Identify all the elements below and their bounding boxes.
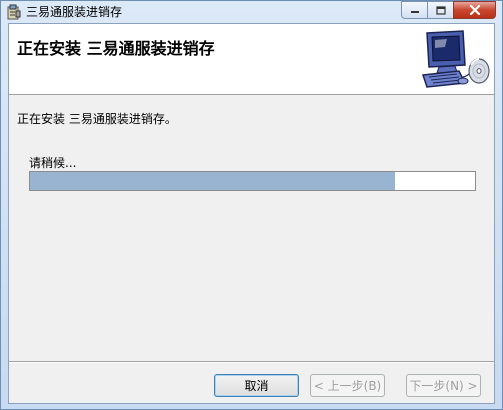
minimize-button[interactable] (401, 1, 427, 19)
wait-label: 请稍候... (29, 156, 77, 170)
back-button[interactable]: < 上一步(B) (310, 374, 385, 397)
maximize-icon (435, 5, 446, 15)
window-title: 三易通服装进销存 (26, 5, 123, 19)
close-icon (469, 5, 480, 15)
installer-window: 三易通服装进销存 正在安装 三易通服装进销存 正在安装 三易通服装进销存。 请稍… (0, 0, 503, 410)
header-banner: 正在安装 三易通服装进销存 (9, 24, 494, 95)
close-button[interactable] (453, 1, 496, 19)
progress-fill (30, 172, 395, 190)
next-button[interactable]: 下一步(N) > (406, 374, 481, 397)
minimize-icon (410, 11, 419, 13)
footer-separator (9, 361, 494, 363)
install-progress-bar (29, 171, 476, 191)
caption-buttons (401, 1, 496, 20)
installer-icon (7, 4, 21, 20)
maximize-button[interactable] (427, 1, 453, 19)
title-bar[interactable]: 三易通服装进销存 (1, 1, 502, 23)
dialog-client-area: 正在安装 三易通服装进销存 正在安装 三易通服装进销存。 请稍候... 取消 <… (8, 23, 495, 404)
banner-title: 正在安装 三易通服装进销存 (17, 39, 215, 58)
cancel-button[interactable]: 取消 (214, 374, 299, 397)
computer-cd-icon (421, 30, 490, 88)
status-text: 正在安装 三易通服装进销存。 (17, 112, 177, 126)
